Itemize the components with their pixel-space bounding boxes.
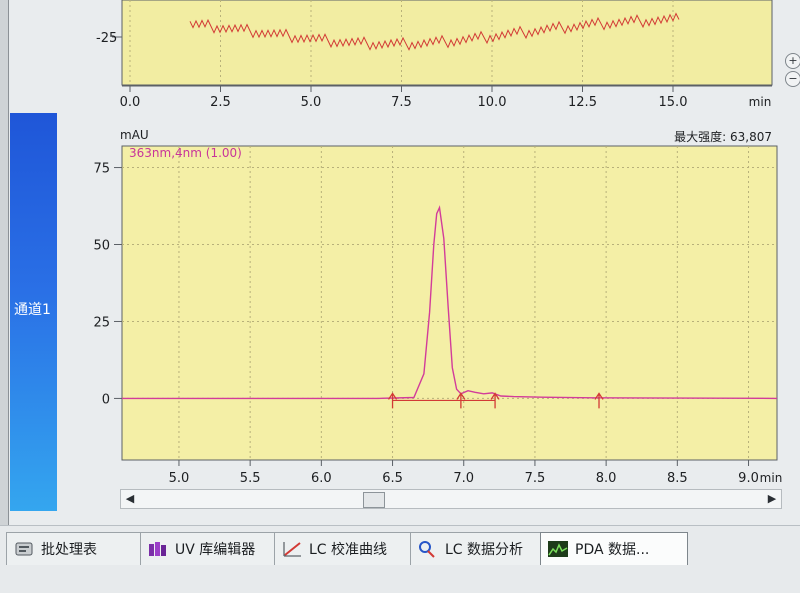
tab-label: PDA 数据... — [575, 542, 650, 558]
uv-library-icon — [149, 542, 166, 556]
calibration-curve-icon — [283, 542, 301, 557]
zoom-out-icon[interactable]: − — [785, 71, 800, 87]
tab-calibration-curve[interactable]: LC 校准曲线 — [274, 532, 418, 565]
scroll-left-icon[interactable]: ◀ — [123, 492, 137, 506]
pda-data-icon — [548, 541, 568, 557]
y-tick-label: 25 — [93, 315, 110, 330]
y-tick-label: 0 — [102, 392, 110, 407]
horizontal-scrollbar[interactable]: ◀ ▶ — [120, 489, 782, 509]
upper-x-unit: min — [749, 95, 772, 109]
max-intensity-label: 最大强度: 63,807 — [674, 129, 772, 144]
tab-label: LC 校准曲线 — [309, 542, 388, 558]
tab-bar: 批处理表 UV 库编辑器 LC 校准曲线 LC 数据分析 PDA 数据... — [0, 532, 688, 566]
x-tick-label: 7.0 — [453, 471, 474, 486]
y-tick-label: 75 — [93, 162, 110, 177]
lower-chart: mAU 最大强度: 63,807 363nm,4nm (1.00) 75 50 25… — [93, 128, 782, 486]
upper-x-tick-label: 0.0 — [120, 95, 141, 110]
upper-x-tick-label: 2.5 — [210, 95, 231, 110]
upper-plot-area — [121, 0, 773, 86]
zoom-in-icon[interactable]: + — [785, 53, 800, 69]
plot-area — [121, 145, 778, 461]
upper-x-tick-label: 15.0 — [659, 95, 688, 110]
x-tick-label: 5.5 — [240, 471, 261, 486]
tab-batch-table[interactable]: 批处理表 — [6, 532, 148, 565]
upper-x-ticks: 0.0 2.5 5.0 7.5 10.0 12.5 15.0 min — [120, 86, 772, 110]
batch-table-icon — [15, 542, 33, 556]
data-analysis-icon — [419, 541, 435, 558]
x-tick-label: 9.0 — [738, 471, 759, 486]
zoom-tools: + − — [783, 40, 800, 100]
x-tick-label: 6.5 — [382, 471, 403, 486]
tab-pda-data[interactable]: PDA 数据... — [540, 532, 688, 565]
tab-label: LC 数据分析 — [445, 542, 524, 558]
y-ticks: 75 50 25 0 — [93, 162, 122, 407]
tab-data-analysis[interactable]: LC 数据分析 — [410, 532, 550, 565]
tab-uv-library[interactable]: UV 库编辑器 — [140, 532, 282, 565]
x-tick-label: 7.5 — [525, 471, 546, 486]
tab-label: UV 库编辑器 — [175, 542, 256, 558]
scroll-right-icon[interactable]: ▶ — [765, 492, 779, 506]
upper-x-tick-label: 7.5 — [391, 95, 412, 110]
x-tick-label: 8.0 — [596, 471, 617, 486]
upper-x-tick-label: 5.0 — [301, 95, 322, 110]
upper-y-tick-label: -25 — [96, 31, 117, 46]
x-tick-label: 5.0 — [169, 471, 190, 486]
x-axis-unit: min — [760, 471, 783, 485]
upper-x-tick-label: 10.0 — [478, 95, 507, 110]
x-tick-label: 6.0 — [311, 471, 332, 486]
y-tick-label: 50 — [93, 239, 110, 254]
scroll-thumb[interactable] — [363, 492, 385, 508]
x-tick-label: 8.5 — [667, 471, 688, 486]
series-label: 363nm,4nm (1.00) — [129, 146, 242, 160]
upper-chart: -25 0.0 2.5 5.0 7.5 10.0 12.5 15.0 min — [96, 0, 773, 110]
tab-label: 批处理表 — [41, 542, 97, 558]
upper-x-tick-label: 12.5 — [568, 95, 597, 110]
y-axis-unit: mAU — [120, 128, 149, 142]
x-ticks: 5.0 5.5 6.0 6.5 7.0 7.5 8.0 8.5 9.0 min — [169, 460, 783, 486]
